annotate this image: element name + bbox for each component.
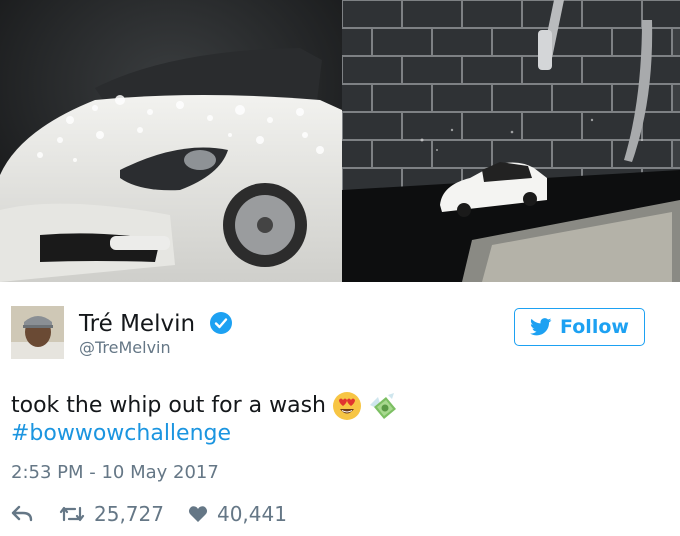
follow-label: Follow <box>560 316 629 338</box>
heart-eyes-emoji-icon <box>332 391 362 421</box>
like-button[interactable]: 40,441 <box>188 502 287 526</box>
display-name[interactable]: Tré Melvin <box>79 311 195 337</box>
car-photo-left[interactable] <box>0 0 342 282</box>
retweet-icon <box>59 506 85 522</box>
toy-car-photo-right[interactable] <box>342 0 680 282</box>
tweet-text: took the whip out for a wash <box>11 393 327 418</box>
tweet-actions: 25,727 40,441 <box>11 500 287 528</box>
money-with-wings-emoji-icon <box>368 391 398 421</box>
avatar-image <box>11 306 64 359</box>
tweet-header: Tré Melvin @TreMelvin Follow <box>0 282 680 372</box>
like-count: 40,441 <box>216 502 287 526</box>
reply-icon <box>11 505 33 522</box>
retweet-count: 25,727 <box>94 502 164 526</box>
tweet-body: took the whip out for a wash #bowwowchal… <box>11 392 398 448</box>
tweet-media[interactable] <box>0 0 680 282</box>
hashtag-link[interactable]: #bowwowchallenge <box>11 420 398 448</box>
avatar[interactable] <box>11 306 64 359</box>
car-image <box>0 0 342 282</box>
reply-button[interactable] <box>11 505 45 523</box>
toy-car-image <box>342 0 680 282</box>
retweet-button[interactable]: 25,727 <box>59 502 164 526</box>
twitter-bird-icon <box>530 318 552 336</box>
heart-icon <box>188 506 208 522</box>
tweet-timestamp[interactable]: 2:53 PM - 10 May 2017 <box>11 462 219 483</box>
tweet-text-line: took the whip out for a wash <box>11 392 398 420</box>
follow-button[interactable]: Follow <box>514 308 645 346</box>
verified-badge-icon <box>209 311 233 335</box>
user-handle[interactable]: @TreMelvin <box>79 338 171 357</box>
